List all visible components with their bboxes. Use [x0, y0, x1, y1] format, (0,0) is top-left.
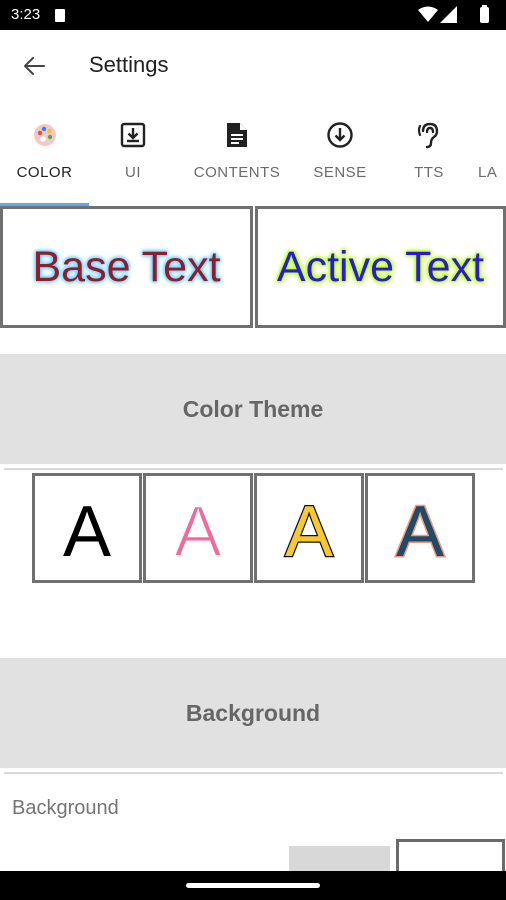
letter-a-icon: A — [173, 491, 223, 568]
text-preview-row: Base Text Active Text — [0, 206, 506, 328]
tab-label: CONTENTS — [193, 164, 281, 181]
wifi-icon — [418, 6, 438, 22]
cellular-icon — [440, 6, 457, 23]
navigation-bar — [0, 871, 506, 900]
letter-a-icon: A — [63, 492, 111, 568]
settings-tabs: COLOR UI CONTENTS SENSE TTS LA — [0, 100, 506, 206]
page-title: Settings — [89, 52, 169, 77]
base-text-sample: Base Text — [32, 242, 221, 291]
tab-label: TTS — [414, 164, 444, 181]
tab-label: COLOR — [16, 164, 73, 181]
active-text-sample: Active Text — [276, 242, 485, 291]
back-button[interactable] — [14, 46, 54, 86]
color-theme-header: Color Theme — [0, 354, 506, 464]
swatch-letter: A — [285, 492, 333, 568]
divider — [4, 772, 503, 774]
color-theme-options: A A A A — [32, 473, 475, 583]
color-theme-navy[interactable]: A — [365, 473, 475, 583]
hearing-icon — [417, 122, 439, 149]
battery-icon — [480, 5, 489, 23]
letter-a-icon: A — [394, 491, 445, 569]
tab-tts[interactable]: TTS — [395, 100, 463, 206]
palette-icon — [33, 124, 56, 146]
swatch-letter: A — [174, 492, 222, 568]
home-gesture-handle[interactable] — [186, 883, 320, 888]
section-title: Background — [185, 699, 321, 726]
tab-ui[interactable]: UI — [89, 100, 177, 206]
tab-label: LA — [478, 164, 498, 181]
active-text-preview[interactable]: Active Text — [255, 206, 506, 328]
background-label: Background — [12, 797, 119, 819]
color-theme-black[interactable]: A — [32, 473, 142, 583]
tab-contents[interactable]: CONTENTS — [188, 100, 286, 206]
section-title: Color Theme — [182, 395, 324, 422]
arrow-left-icon — [24, 57, 45, 75]
document-icon — [227, 123, 247, 147]
tab-color[interactable]: COLOR — [0, 100, 89, 206]
status-time: 3:23 — [11, 6, 41, 23]
swatch-letter: A — [396, 492, 444, 568]
tab-sense[interactable]: SENSE — [300, 100, 380, 206]
swatch-letter: A — [63, 492, 111, 568]
download-box-icon — [120, 122, 146, 148]
arrow-down-circle-icon — [327, 122, 353, 148]
letter-a-icon: A — [284, 491, 335, 568]
base-text-preview[interactable]: Base Text — [0, 206, 253, 328]
color-theme-yellow[interactable]: A — [254, 473, 364, 583]
tab-label: UI — [125, 164, 141, 181]
app-bar: Settings — [0, 30, 506, 100]
color-theme-pink[interactable]: A — [143, 473, 253, 583]
tab-partial[interactable]: LA — [478, 100, 506, 206]
divider — [4, 468, 503, 470]
status-bar: 3:23 — [0, 0, 506, 30]
sd-card-icon — [55, 9, 65, 22]
tab-label: SENSE — [313, 164, 367, 181]
background-header: Background — [0, 658, 506, 768]
